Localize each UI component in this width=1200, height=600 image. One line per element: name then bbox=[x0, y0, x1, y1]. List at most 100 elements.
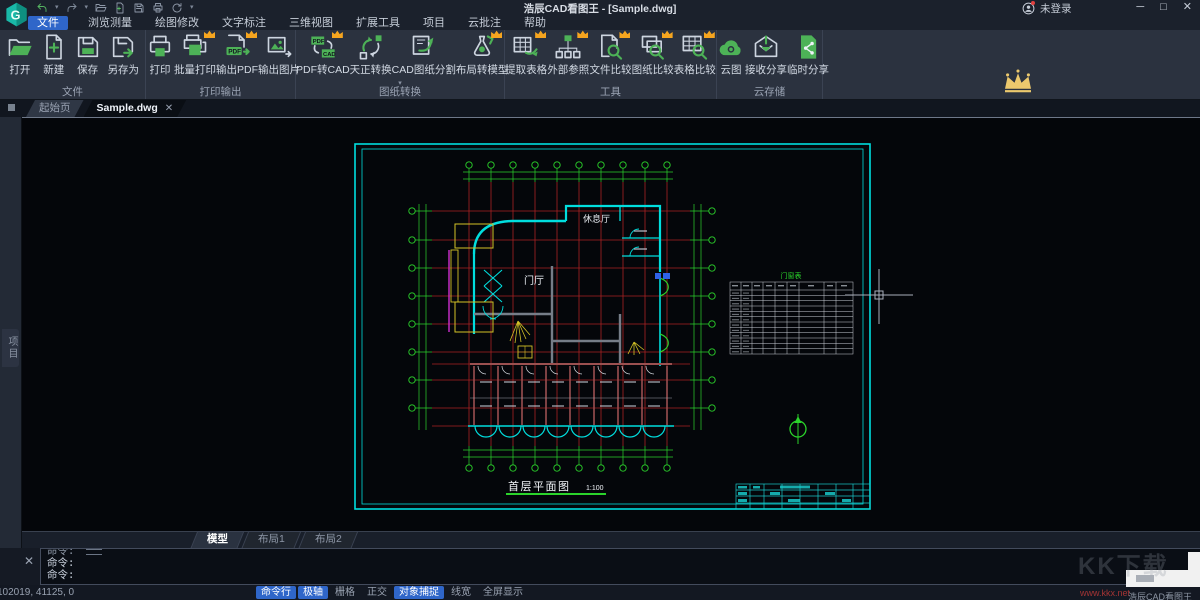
cloud-icon bbox=[717, 33, 745, 61]
status-toggle-5[interactable]: 线宽 bbox=[446, 586, 476, 599]
menu-item-5[interactable]: 扩展工具 bbox=[353, 16, 403, 30]
command-close-icon[interactable]: ✕ bbox=[24, 555, 34, 567]
minimize-button[interactable]: ─ bbox=[1136, 0, 1144, 15]
tool-label: 打开 bbox=[9, 62, 30, 77]
tool-pdfout-button[interactable]: PDF输出PDF bbox=[216, 33, 258, 77]
xref-icon bbox=[554, 33, 582, 61]
tool-print-button[interactable]: 打印 bbox=[146, 33, 174, 77]
plan-scale: 1:100 bbox=[586, 485, 604, 492]
tool-tablecompare-button[interactable]: 表格比较 bbox=[674, 33, 716, 77]
tool-label: 表格比较 bbox=[674, 62, 716, 77]
command-history-line: 命令: bbox=[47, 557, 1194, 569]
tool-tianzheng-button[interactable]: 天正转换 bbox=[350, 33, 392, 77]
open-icon[interactable] bbox=[95, 2, 107, 14]
tool-saveas-button[interactable]: 另存为 bbox=[108, 33, 140, 77]
tool-new-button[interactable]: 新建 bbox=[40, 33, 68, 77]
menu-item-8[interactable]: 帮助 bbox=[521, 16, 549, 30]
tab-close-icon[interactable]: ✕ bbox=[165, 100, 173, 117]
tool-xref-button[interactable]: 外部参照 bbox=[547, 33, 589, 77]
drawing-canvas[interactable]: 休息厅 门厅 门窗表 首层平面图 1:100 bbox=[22, 117, 1200, 531]
customize-dropdown-icon[interactable]: ▾ bbox=[190, 2, 194, 14]
ribbon-group-3: 提取表格外部参照文件比较图纸比较表格比较工具 bbox=[505, 30, 717, 99]
sidebar-tab-project[interactable]: 项目 bbox=[2, 329, 19, 367]
tool-tempshare-button[interactable]: 临时分享 bbox=[787, 33, 829, 77]
refresh-icon[interactable] bbox=[171, 2, 183, 14]
command-history-line: 命令: bbox=[47, 548, 1194, 557]
redo-icon[interactable] bbox=[66, 2, 78, 14]
new-file-icon[interactable] bbox=[114, 2, 126, 14]
layout-tab-2[interactable]: 布局2 bbox=[298, 531, 358, 548]
pdfout-icon: PDF bbox=[223, 33, 251, 61]
status-toggle-6[interactable]: 全屏显示 bbox=[478, 586, 528, 599]
drawcompare-icon bbox=[639, 33, 667, 61]
undo-icon[interactable] bbox=[36, 2, 48, 14]
vip-badge-icon bbox=[619, 30, 630, 38]
ribbon-group-0: 打开新建保存另存为文件 bbox=[0, 30, 146, 99]
imgout-icon bbox=[265, 33, 293, 61]
tool-receiveshare-button[interactable]: 接收分享 bbox=[745, 33, 787, 77]
tool-label: 接收分享 bbox=[745, 62, 787, 77]
status-toggle-0[interactable]: 命令行 bbox=[256, 586, 296, 599]
print-icon[interactable] bbox=[152, 2, 164, 14]
menu-item-6[interactable]: 项目 bbox=[420, 16, 448, 30]
tool-drawcompare-button[interactable]: 图纸比较 bbox=[632, 33, 674, 77]
watermark-ghost: KK下载 bbox=[1078, 546, 1169, 581]
ribbon-group-1: 打印批量打印PDF输出PDF输出图片打印输出 bbox=[146, 30, 296, 99]
tool-save-button[interactable]: 保存 bbox=[74, 33, 102, 77]
command-resize-grip[interactable] bbox=[86, 549, 102, 555]
menu-item-2[interactable]: 绘图修改 bbox=[152, 16, 202, 30]
tool-imgout-button[interactable]: 输出图片 bbox=[258, 33, 300, 77]
app-logo-icon[interactable]: G bbox=[3, 1, 30, 28]
tool-open-button[interactable]: 打开 bbox=[6, 33, 34, 77]
doc-tab-0[interactable]: 起始页 bbox=[26, 100, 84, 117]
tool-cloud-button[interactable]: 云图 bbox=[717, 33, 745, 77]
quick-access-toolbar: ▾ ▾ ▾ bbox=[36, 1, 194, 14]
redo-dropdown-icon[interactable]: ▾ bbox=[85, 2, 89, 14]
vip-badge-icon bbox=[535, 30, 546, 38]
tool-cadsplit-button[interactable]: CAD图纸分割 bbox=[392, 33, 456, 77]
command-input[interactable]: 命令: bbox=[47, 569, 1194, 581]
menu-bar: 文件 浏览测量 绘图修改 文字标注 三维视图 扩展工具 项目 云批注 帮助 bbox=[0, 15, 1200, 30]
tool-label: 文件比较 bbox=[589, 62, 631, 77]
ribbon-group-label: 打印输出 bbox=[200, 87, 242, 97]
tool-filecompare-button[interactable]: 文件比较 bbox=[589, 33, 631, 77]
menu-item-4[interactable]: 三维视图 bbox=[286, 16, 336, 30]
cursor-coordinates: 102019, 41125, 0 bbox=[0, 587, 74, 598]
tab-bar-square-icon bbox=[8, 104, 15, 111]
layout-tab-0[interactable]: 模型 bbox=[191, 531, 245, 548]
menu-item-7[interactable]: 云批注 bbox=[465, 16, 504, 30]
vip-badge-icon bbox=[332, 30, 343, 38]
doc-tab-label: 起始页 bbox=[39, 100, 71, 117]
tool-layout2model-button[interactable]: 布局转模型 bbox=[456, 33, 509, 77]
tool-label: 输出PDF bbox=[216, 62, 258, 77]
tool-label: 输出图片 bbox=[258, 62, 300, 77]
user-icon[interactable] bbox=[1022, 2, 1035, 15]
status-toggle-4[interactable]: 对象捕捉 bbox=[394, 586, 444, 599]
status-toggle-3[interactable]: 正交 bbox=[362, 586, 392, 599]
tool-pdf2cad-button[interactable]: PDFCADPDF转CAD bbox=[296, 33, 350, 77]
doc-tab-1[interactable]: Sample.dwg✕ bbox=[84, 100, 187, 117]
ribbon-group-label: 云存储 bbox=[754, 87, 786, 97]
menu-item-1[interactable]: 浏览测量 bbox=[85, 16, 135, 30]
undo-dropdown-icon[interactable]: ▾ bbox=[55, 2, 59, 14]
menu-item-3[interactable]: 文字标注 bbox=[219, 16, 269, 30]
command-panel[interactable]: 命令:命令:命令: bbox=[40, 548, 1200, 585]
save-icon[interactable] bbox=[133, 2, 145, 14]
status-toggles: 命令行极轴栅格正交对象捕捉线宽全屏显示 bbox=[256, 586, 528, 599]
close-button[interactable]: ✕ bbox=[1183, 0, 1192, 15]
room-label-lounge: 休息厅 bbox=[583, 213, 610, 224]
menu-item-0[interactable]: 文件 bbox=[28, 16, 68, 30]
tool-batchprint-button[interactable]: 批量打印 bbox=[174, 33, 216, 77]
room-label-hall: 门厅 bbox=[524, 274, 544, 287]
account-area[interactable]: 未登录 bbox=[1022, 1, 1072, 16]
login-status[interactable]: 未登录 bbox=[1040, 1, 1072, 16]
cadsplit-icon bbox=[410, 33, 438, 61]
status-toggle-2[interactable]: 栅格 bbox=[330, 586, 360, 599]
layout-tab-1[interactable]: 布局1 bbox=[242, 531, 302, 548]
app-window: 浩辰CAD看图王 - [Sample.dwg] ▾▾▾ 未登录 ─ □ ✕ G … bbox=[0, 0, 1200, 600]
tool-extracttable-button[interactable]: 提取表格 bbox=[505, 33, 547, 77]
status-toggle-1[interactable]: 极轴 bbox=[298, 586, 328, 599]
maximize-button[interactable]: □ bbox=[1160, 0, 1167, 15]
extracttable-icon bbox=[512, 33, 540, 61]
ribbon-group-4: 云图接收分享临时分享云存储 bbox=[717, 30, 823, 99]
